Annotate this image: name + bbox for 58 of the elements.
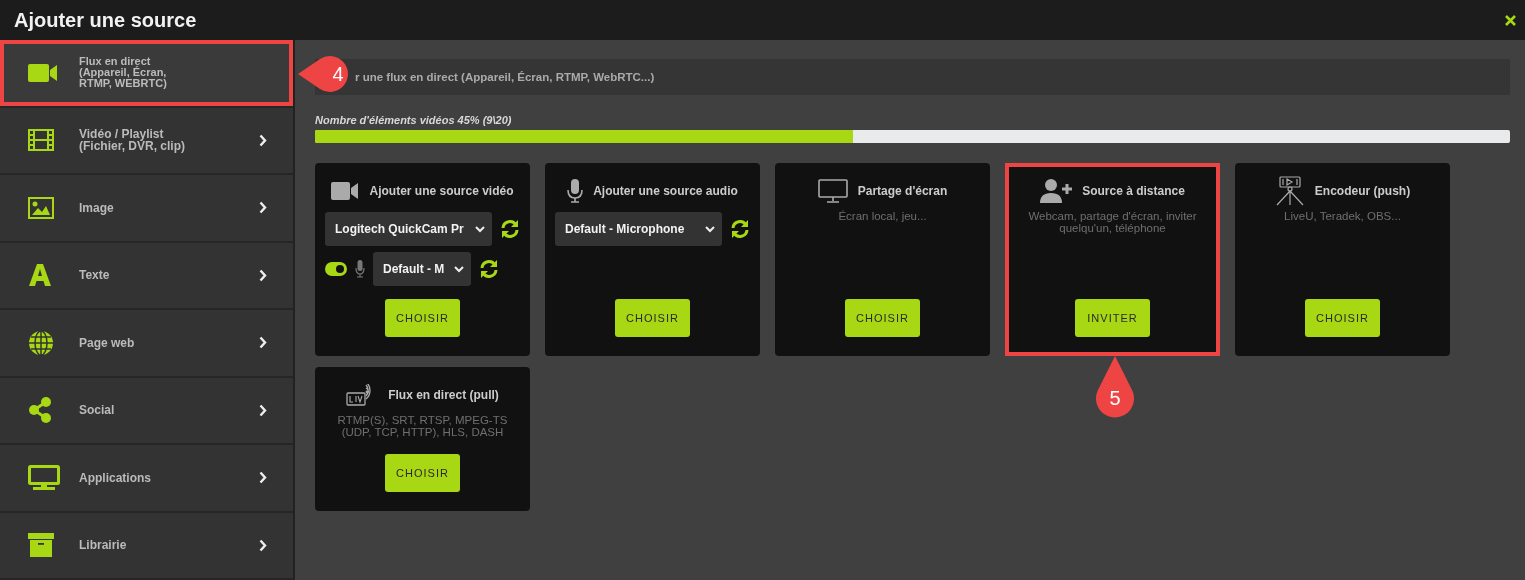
step-badge: 5	[1095, 356, 1135, 418]
toggle-switch[interactable]	[325, 262, 347, 276]
refresh-icon[interactable]	[479, 259, 499, 279]
globe-icon	[28, 329, 54, 356]
video-camera-icon	[331, 182, 360, 200]
sidebar-item[interactable]: Librairie	[0, 512, 293, 578]
caret-icon	[475, 225, 485, 233]
share-icon	[28, 397, 52, 424]
window-title: Ajouter une source	[14, 8, 197, 32]
caret-icon	[705, 225, 715, 233]
card-title: Flux en direct (pull)	[388, 388, 499, 402]
chevron-right-icon	[259, 268, 267, 282]
sidebar-item[interactable]: Applications	[0, 445, 293, 511]
card-action-button[interactable]: CHOISIR	[385, 299, 460, 337]
device-dropdown[interactable]: Default - M	[373, 252, 471, 286]
sidebar-item[interactable]: Page web	[0, 310, 293, 376]
letter-a-icon	[28, 263, 52, 288]
sidebar-item[interactable]: Social	[0, 377, 293, 443]
card-title: Ajouter une source vidéo	[369, 184, 514, 198]
card-title: Encodeur (push)	[1314, 184, 1411, 198]
card-description: Écran local, jeu...	[838, 210, 927, 222]
card-action-button[interactable]: CHOISIR	[615, 299, 690, 337]
sidebar-item[interactable]: Vidéo / Playlist (Fichier, DVR, clip)	[0, 107, 293, 173]
refresh-icon[interactable]	[500, 219, 520, 239]
device-dropdown[interactable]: Default - Microphone	[555, 212, 722, 246]
microphone-icon	[567, 179, 584, 203]
card-description: Webcam, partage d'écran, inviter quelqu'un, téléphone	[1027, 210, 1198, 234]
refresh-icon[interactable]	[730, 219, 750, 239]
film-icon	[28, 129, 54, 152]
chevron-right-icon	[259, 471, 267, 485]
chevron-right-icon	[259, 336, 267, 350]
card-title: Ajouter une source audio	[593, 184, 738, 198]
chevron-right-icon	[259, 133, 267, 147]
monitor-icon	[28, 465, 60, 491]
card-action-button[interactable]: CHOISIR	[1305, 299, 1380, 337]
caret-icon	[454, 265, 464, 273]
chevron-right-icon	[259, 201, 267, 215]
microphone-icon	[355, 260, 365, 278]
video-camera-icon	[28, 62, 58, 83]
card-action-button[interactable]: CHOISIR	[385, 454, 460, 492]
card-title: Source à distance	[1082, 184, 1185, 198]
card-description: LiveU, Teradek, OBS...	[1284, 210, 1401, 222]
chevron-right-icon	[259, 538, 267, 552]
sidebar-item[interactable]: Texte	[0, 242, 293, 308]
close-icon[interactable]	[1505, 14, 1516, 26]
card-action-button[interactable]: INVITER	[1075, 299, 1150, 337]
sidebar-item[interactable]: Image	[0, 175, 293, 241]
chevron-right-icon	[259, 403, 267, 417]
add-user-icon	[1040, 178, 1073, 204]
image-icon	[28, 196, 54, 219]
device-dropdown[interactable]: Logitech QuickCam Pr	[325, 212, 492, 246]
quota-label: Nombre d'éléments vidéos 45% (9\20)	[315, 114, 513, 126]
card-title: Partage d'écran	[857, 184, 948, 198]
card-description: RTMP(S), SRT, RTSP, MPEG-TS (UDP, TCP, HTTP), HLS, DASH	[336, 414, 509, 438]
monitor-icon	[817, 179, 848, 203]
card-action-button[interactable]: CHOISIR	[845, 299, 920, 337]
archive-box-icon	[28, 533, 54, 558]
tripod-camera-icon	[1274, 176, 1305, 206]
